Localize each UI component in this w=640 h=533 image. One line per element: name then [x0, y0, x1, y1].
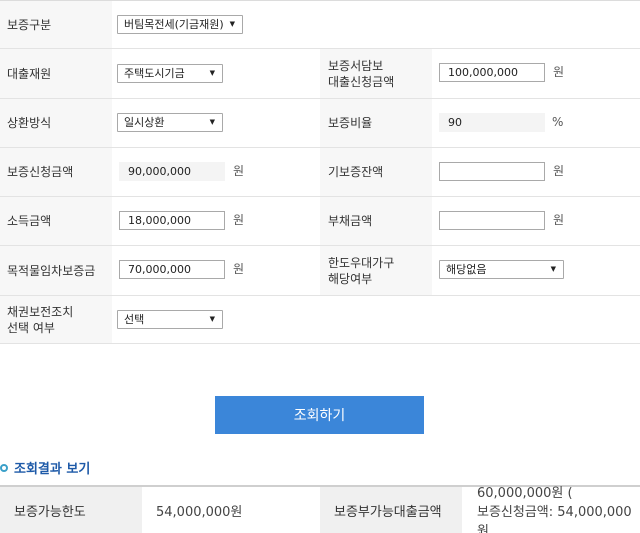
- possible-loan-value: 60,000,000원 ( 보증신청금액: 54,000,000원: [477, 486, 640, 533]
- apply-amount-field: 90,000,000: [119, 162, 225, 181]
- row-loan-source: 대출재원 주택도시기금 ▼ 보증서담보 대출신청금액 100,000,000 원: [0, 49, 640, 99]
- row-repayment: 상환방식 일시상환 ▼ 보증비율 90 %: [0, 99, 640, 148]
- income-input[interactable]: 18,000,000: [119, 211, 225, 230]
- preferential-value: 해당없음: [446, 263, 487, 276]
- repayment-select[interactable]: 일시상환 ▼: [117, 113, 223, 132]
- guarantee-type-label: 보증구분: [0, 1, 112, 48]
- guarantee-ratio-label: 보증비율: [320, 99, 432, 147]
- row-guarantee-type: 보증구분 버팀목전세(기금재원) ▼: [0, 1, 640, 49]
- row-income: 소득금액 18,000,000 원 부채금액 원: [0, 197, 640, 246]
- preferential-label: 한도우대가구 해당여부: [320, 246, 432, 295]
- bond-measure-select[interactable]: 선택 ▼: [117, 310, 223, 329]
- row-deposit: 목적물임차보증금 70,000,000 원 한도우대가구 해당여부 해당없음 ▼: [0, 246, 640, 296]
- row-apply-amount: 보증신청금액 90,000,000 원 기보증잔액 원: [0, 148, 640, 197]
- income-label: 소득금액: [0, 197, 112, 245]
- bond-measure-value: 선택: [124, 313, 145, 326]
- result-section-title: 조회결과 보기: [0, 458, 90, 477]
- prior-balance-input[interactable]: [439, 162, 545, 181]
- limit-label: 보증가능한도: [0, 487, 142, 533]
- possible-loan-value-line1: 60,000,000원 (: [477, 485, 573, 501]
- apply-amount-unit: 원: [233, 164, 245, 178]
- limit-value: 54,000,000원: [156, 504, 243, 520]
- deposit-unit: 원: [233, 262, 245, 276]
- chevron-down-icon: ▼: [209, 315, 215, 323]
- loan-source-select[interactable]: 주택도시기금 ▼: [117, 64, 223, 83]
- guarantee-write-amount-unit: 원: [553, 65, 565, 79]
- debt-input[interactable]: [439, 211, 545, 230]
- bond-measure-label-line2: 선택 여부: [7, 320, 55, 335]
- guarantee-write-amount-input[interactable]: 100,000,000: [439, 63, 545, 82]
- possible-loan-label: 보증부가능대출금액: [320, 487, 462, 533]
- chevron-down-icon: ▼: [209, 69, 215, 77]
- chevron-down-icon: ▼: [550, 265, 556, 273]
- circle-bullet-icon: [0, 463, 8, 472]
- bond-measure-label: 채권보전조치 선택 여부: [0, 296, 112, 343]
- preferential-label-line1: 한도우대가구: [328, 255, 395, 270]
- preferential-label-line2: 해당여부: [328, 271, 373, 286]
- apply-amount-label: 보증신청금액: [0, 148, 112, 196]
- search-button[interactable]: 조회하기: [215, 396, 424, 434]
- repayment-label: 상환방식: [0, 99, 112, 147]
- deposit-label: 목적물임차보증금: [0, 246, 112, 295]
- result-table: 보증가능한도 54,000,000원 보증부가능대출금액 60,000,000원…: [0, 485, 640, 533]
- income-unit: 원: [233, 213, 245, 227]
- guarantee-type-select[interactable]: 버팀목전세(기금재원) ▼: [117, 15, 243, 34]
- loan-source-label: 대출재원: [0, 49, 112, 98]
- row-bond-measure: 채권보전조치 선택 여부 선택 ▼: [0, 296, 640, 344]
- repayment-value: 일시상환: [124, 116, 165, 129]
- guarantee-ratio-unit: %: [552, 115, 564, 129]
- result-title-text: 조회결과 보기: [14, 462, 91, 477]
- chevron-down-icon: ▼: [229, 20, 235, 28]
- possible-loan-value-line2: 보증신청금액: 54,000,000원: [477, 504, 632, 533]
- guarantee-type-value: 버팀목전세(기금재원): [124, 18, 224, 31]
- loan-source-value: 주택도시기금: [124, 67, 185, 80]
- chevron-down-icon: ▼: [209, 118, 215, 126]
- deposit-input[interactable]: 70,000,000: [119, 260, 225, 279]
- guarantee-write-amount-label-line2: 대출신청금액: [328, 74, 395, 89]
- prior-balance-unit: 원: [553, 164, 565, 178]
- bond-measure-label-line1: 채권보전조치: [7, 304, 74, 319]
- prior-balance-label: 기보증잔액: [320, 148, 432, 196]
- preferential-select[interactable]: 해당없음 ▼: [439, 260, 564, 279]
- loan-guarantee-form: 보증구분 버팀목전세(기금재원) ▼ 대출재원 주택도시기금 ▼ 보증서담보 대…: [0, 0, 640, 344]
- debt-label: 부채금액: [320, 197, 432, 245]
- guarantee-write-amount-label-line1: 보증서담보: [328, 58, 384, 73]
- guarantee-write-amount-label: 보증서담보 대출신청금액: [320, 49, 432, 98]
- debt-unit: 원: [553, 213, 565, 227]
- guarantee-ratio-field: 90: [439, 113, 545, 132]
